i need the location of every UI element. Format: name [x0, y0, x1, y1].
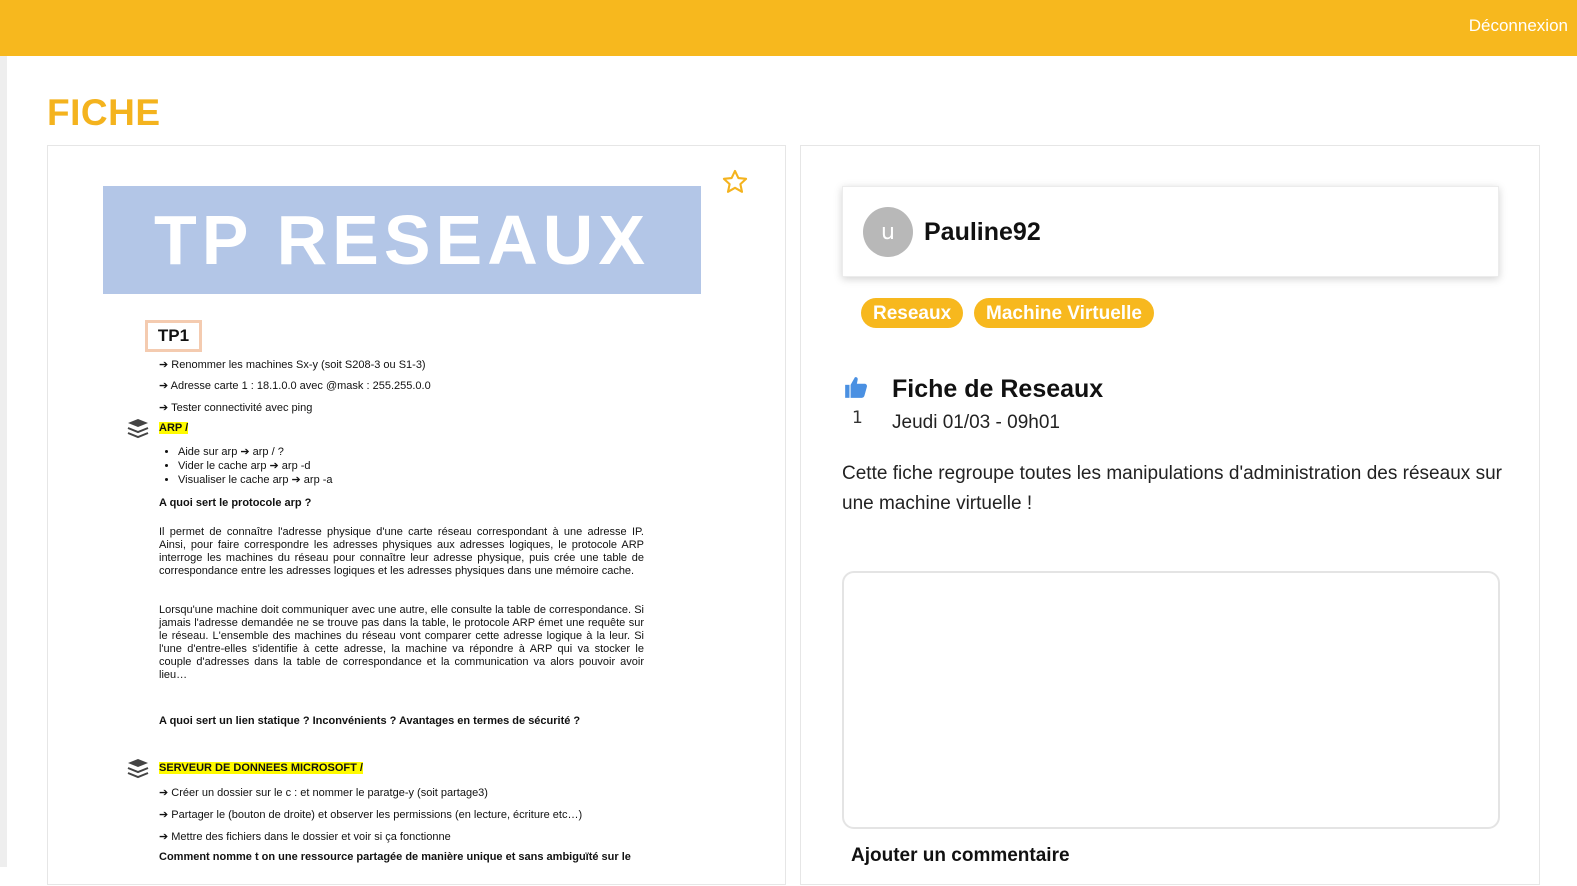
author-card[interactable]: u Pauline92	[842, 186, 1499, 277]
question: A quoi sert un lien statique ? Inconvéni…	[159, 715, 581, 727]
question: A quoi sert le protocole arp ?	[159, 497, 312, 509]
author-username[interactable]: Pauline92	[924, 218, 1041, 247]
left-strip	[0, 56, 7, 867]
arp-heading-text: ARP /	[159, 422, 189, 434]
server-line: ➔ Créer un dossier sur le c : et nommer …	[159, 787, 488, 799]
details-card: u Pauline92 Reseaux Machine Virtuelle 1 …	[800, 145, 1540, 885]
paragraph: Lorsqu'une machine doit communiquer avec…	[159, 604, 644, 681]
intro-line: ➔ Tester connectivité avec ping	[159, 402, 313, 414]
tag-reseaux[interactable]: Reseaux	[861, 298, 964, 328]
favorite-star-icon[interactable]	[721, 168, 749, 196]
server-line: ➔ Mettre des fichiers dans le dossier et…	[159, 831, 451, 843]
like-count: 1	[852, 408, 863, 428]
comment-input[interactable]	[842, 571, 1500, 829]
page-title: FICHE	[47, 92, 161, 133]
document-banner: TP RESEAUX	[103, 186, 701, 294]
server-line: ➔ Partager le (bouton de droite) et obse…	[159, 809, 583, 821]
paragraph: Il permet de connaître l'adresse physiqu…	[159, 526, 644, 577]
server-heading-text: SERVEUR DE DONNEES MICROSOFT /	[159, 762, 363, 774]
books-stack-icon	[127, 759, 149, 779]
avatar: u	[863, 207, 913, 257]
intro-line: ➔ Adresse carte 1 : 18.1.0.0 avec @mask …	[159, 380, 431, 392]
arp-heading: ARP /	[159, 422, 189, 434]
fiche-title: Fiche de Reseaux	[892, 375, 1104, 403]
logout-link[interactable]: Déconnexion	[1469, 16, 1568, 36]
fiche-description: Cette fiche regroupe toutes les manipula…	[842, 463, 1502, 514]
tag-machine-virtuelle[interactable]: Machine Virtuelle	[974, 298, 1154, 328]
add-comment-button[interactable]: Ajouter un commentaire	[851, 845, 1070, 867]
list-item: Visualiser le cache arp ➔ arp -a	[178, 473, 333, 487]
fiche-date: Jeudi 01/03 - 09h01	[892, 412, 1060, 433]
document-preview[interactable]: TP RESEAUX TP1 ➔ Renommer les machines S…	[48, 146, 787, 886]
top-bar: Déconnexion	[0, 0, 1577, 56]
server-heading: SERVEUR DE DONNEES MICROSOFT /	[159, 762, 363, 774]
document-banner-title: TP RESEAUX	[153, 201, 651, 279]
question: Comment nomme t on une ressource partagé…	[159, 851, 631, 863]
list-item: Vider le cache arp ➔ arp -d	[178, 459, 333, 473]
books-stack-icon	[127, 419, 149, 439]
arp-bullet-list: Aide sur arp ➔ arp / ? Vider le cache ar…	[178, 445, 333, 487]
list-item: Aide sur arp ➔ arp / ?	[178, 445, 333, 459]
thumbs-up-icon[interactable]	[843, 374, 869, 400]
section-tp-label: TP1	[145, 320, 202, 352]
document-card: TP RESEAUX TP1 ➔ Renommer les machines S…	[47, 145, 786, 885]
intro-line: ➔ Renommer les machines Sx-y (soit S208-…	[159, 359, 426, 371]
